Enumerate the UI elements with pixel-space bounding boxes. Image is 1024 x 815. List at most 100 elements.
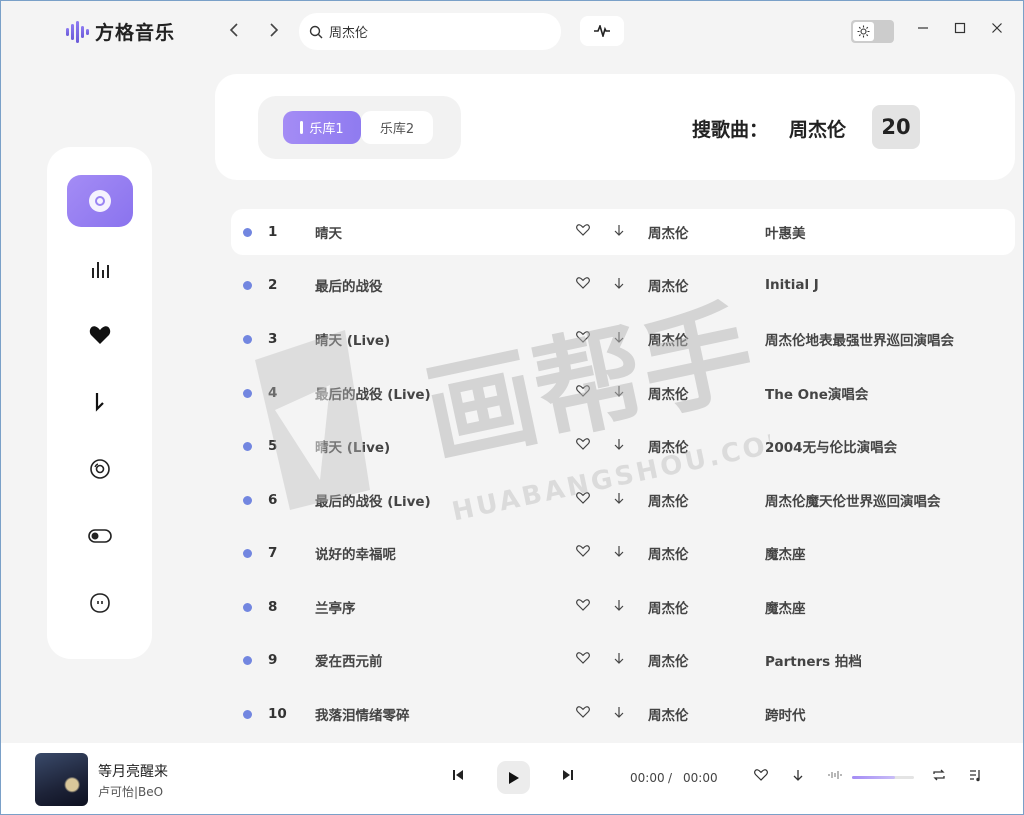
song-row[interactable]: 8 兰亭序 周杰伦 魔杰座 (231, 584, 1015, 630)
song-artist[interactable]: 周杰伦 (648, 650, 689, 670)
song-album[interactable]: 魔杰座 (765, 597, 806, 617)
song-number: 3 (268, 331, 278, 347)
song-artist[interactable]: 周杰伦 (648, 490, 689, 510)
song-row[interactable]: 2 最后的战役 周杰伦 Initial J (231, 262, 1015, 308)
song-artist[interactable]: 周杰伦 (648, 383, 689, 403)
minimize-button[interactable] (913, 20, 933, 38)
playlist-button[interactable] (969, 769, 982, 786)
song-title[interactable]: 最后的战役 (Live) (315, 383, 431, 403)
search-input[interactable] (329, 24, 549, 39)
song-like-button[interactable] (576, 277, 590, 293)
song-title[interactable]: 说好的幸福呢 (315, 543, 396, 563)
song-like-button[interactable] (576, 224, 590, 240)
song-like-button[interactable] (576, 492, 590, 508)
tab-label: 乐库2 (379, 122, 415, 137)
sidebar-item-downloads[interactable] (67, 376, 133, 428)
sidebar-item-local[interactable] (67, 443, 133, 495)
song-album[interactable]: 跨时代 (765, 704, 806, 724)
app-logo: 方格音乐 (66, 18, 175, 45)
song-artist[interactable]: 周杰伦 (648, 222, 689, 242)
song-row[interactable]: 4 最后的战役 (Live) 周杰伦 The One演唱会 (231, 370, 1015, 416)
song-download-button[interactable] (613, 492, 625, 509)
like-button[interactable] (754, 769, 768, 785)
heart-outline-icon (576, 599, 590, 611)
current-time: 00:00 (630, 771, 665, 785)
song-row[interactable]: 1 晴天 周杰伦 叶惠美 (231, 209, 1015, 255)
song-row[interactable]: 3 晴天 (Live) 周杰伦 周杰伦地表最强世界巡回演唱会 (231, 316, 1015, 362)
song-row[interactable]: 7 说好的幸福呢 周杰伦 魔杰座 (231, 530, 1015, 576)
song-download-button[interactable] (613, 438, 625, 455)
song-artist[interactable]: 周杰伦 (648, 597, 689, 617)
sidebar-item-charts[interactable] (67, 243, 133, 295)
prev-button[interactable] (452, 769, 464, 785)
album-cover[interactable] (35, 753, 88, 806)
song-download-button[interactable] (613, 706, 625, 723)
play-button[interactable] (497, 761, 530, 794)
song-like-button[interactable] (576, 438, 590, 454)
song-artist[interactable]: 周杰伦 (648, 543, 689, 563)
song-row[interactable]: 6 最后的战役 (Live) 周杰伦 周杰伦魔天伦世界巡回演唱会 (231, 477, 1015, 523)
song-like-button[interactable] (576, 545, 590, 561)
song-title[interactable]: 最后的战役 (315, 275, 383, 295)
back-button[interactable] (228, 22, 240, 43)
sidebar-item-settings[interactable] (67, 510, 133, 562)
song-download-button[interactable] (613, 277, 625, 294)
theme-toggle[interactable] (851, 20, 894, 43)
song-album[interactable]: Partners 拍档 (765, 650, 862, 670)
download-icon (614, 599, 624, 611)
song-album[interactable]: 2004无与伦比演唱会 (765, 436, 897, 456)
song-like-button[interactable] (576, 652, 590, 668)
forward-button[interactable] (268, 22, 280, 43)
song-title[interactable]: 最后的战役 (Live) (315, 490, 431, 510)
song-album[interactable]: 叶惠美 (765, 222, 806, 242)
song-artist[interactable]: 周杰伦 (648, 275, 689, 295)
total-time: 00:00 (683, 771, 718, 785)
song-download-button[interactable] (613, 224, 625, 241)
song-album[interactable]: The One演唱会 (765, 383, 868, 403)
repeat-button[interactable] (932, 769, 946, 785)
close-button[interactable] (987, 20, 1007, 38)
sidebar-item-favorites[interactable] (67, 309, 133, 361)
song-like-button[interactable] (576, 331, 590, 347)
sidebar-item-about[interactable] (67, 577, 133, 629)
song-row[interactable]: 5 晴天 (Live) 周杰伦 2004无与伦比演唱会 (231, 423, 1015, 469)
volume-button[interactable] (828, 769, 842, 784)
song-artist[interactable]: 周杰伦 (648, 704, 689, 724)
song-album[interactable]: 魔杰座 (765, 543, 806, 563)
song-download-button[interactable] (613, 599, 625, 616)
song-artist[interactable]: 周杰伦 (648, 436, 689, 456)
song-like-button[interactable] (576, 706, 590, 722)
tab-library-1[interactable]: 乐库1 (283, 111, 361, 144)
song-album[interactable]: 周杰伦魔天伦世界巡回演唱会 (765, 490, 941, 510)
song-download-button[interactable] (613, 545, 625, 562)
song-title[interactable]: 晴天 (315, 222, 342, 242)
song-artist[interactable]: 周杰伦 (648, 329, 689, 349)
song-album[interactable]: 周杰伦地表最强世界巡回演唱会 (765, 329, 954, 349)
next-button[interactable] (562, 769, 574, 785)
song-title[interactable]: 我落泪情绪零碎 (315, 704, 410, 724)
song-title[interactable]: 晴天 (Live) (315, 436, 390, 456)
song-title[interactable]: 晴天 (Live) (315, 329, 390, 349)
song-dot (243, 548, 252, 558)
song-title[interactable]: 爱在西元前 (315, 650, 383, 670)
sidebar-item-discover[interactable] (67, 175, 133, 227)
volume-slider[interactable] (852, 776, 914, 779)
tab-library-2[interactable]: 乐库2 (361, 111, 433, 144)
song-number: 8 (268, 599, 278, 615)
song-row[interactable]: 9 爱在西元前 周杰伦 Partners 拍档 (231, 637, 1015, 683)
song-like-button[interactable] (576, 385, 590, 401)
song-title[interactable]: 兰亭序 (315, 597, 356, 617)
download-icon (614, 277, 624, 289)
heart-icon (89, 326, 111, 344)
search-label: 搜歌曲： (692, 119, 769, 141)
song-album[interactable]: Initial J (765, 277, 819, 293)
song-download-button[interactable] (613, 652, 625, 669)
song-like-button[interactable] (576, 599, 590, 615)
download-button[interactable] (792, 769, 804, 786)
search-box[interactable] (299, 13, 561, 50)
song-download-button[interactable] (613, 331, 625, 348)
audio-effect-button[interactable] (580, 16, 624, 46)
song-download-button[interactable] (613, 385, 625, 402)
maximize-button[interactable] (950, 20, 970, 38)
song-row[interactable]: 10 我落泪情绪零碎 周杰伦 跨时代 (231, 691, 1015, 737)
